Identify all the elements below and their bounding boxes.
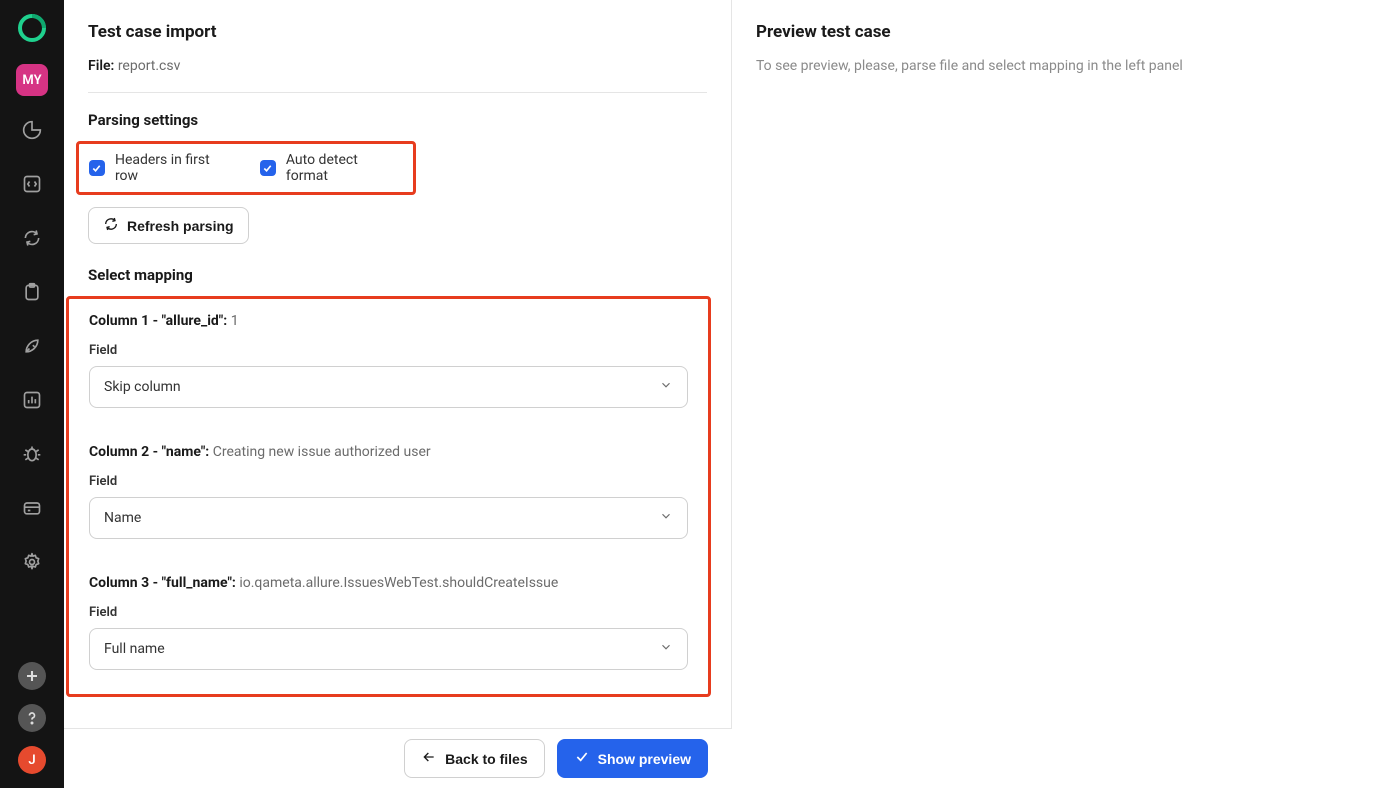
app-logo[interactable] (16, 12, 48, 44)
preview-title: Preview test case (756, 22, 1376, 42)
chevron-down-icon (659, 640, 673, 658)
chevron-down-icon (659, 509, 673, 527)
col2-field-label: Field (89, 474, 688, 489)
col3-field-select[interactable]: Full name (89, 628, 688, 670)
preview-message: To see preview, please, parse file and s… (756, 58, 1376, 74)
project-badge[interactable]: MY (16, 64, 48, 96)
import-panel: Test case import File: report.csv Parsin… (64, 0, 732, 728)
col3-sample: io.qameta.allure.IssuesWebTest.shouldCre… (239, 575, 558, 591)
col3-header: Column 3 - "full_name": (89, 575, 236, 591)
back-to-files-button[interactable]: Back to files (404, 739, 544, 778)
help-icon[interactable] (18, 704, 46, 732)
divider (88, 92, 707, 93)
nav-card-icon[interactable] (12, 488, 52, 528)
col1-field-select[interactable]: Skip column (89, 366, 688, 408)
nav-dashboard-icon[interactable] (12, 110, 52, 150)
footer: Back to files Show preview (64, 728, 732, 788)
nav-code-icon[interactable] (12, 164, 52, 204)
arrow-left-icon (421, 749, 437, 768)
checkbox-headers-first-row[interactable] (89, 160, 105, 176)
file-label: File: (88, 58, 114, 74)
col1-field-value: Skip column (104, 379, 181, 395)
col2-field-value: Name (104, 510, 141, 526)
sidebar: MY (0, 0, 64, 788)
nav-clipboard-icon[interactable] (12, 272, 52, 312)
col2-field-select[interactable]: Name (89, 497, 688, 539)
checkbox-headers-label: Headers in first row (115, 152, 236, 184)
preview-panel: Preview test case To see preview, please… (732, 0, 1400, 728)
checkbox-auto-detect[interactable] (260, 160, 276, 176)
main: Test case import File: report.csv Parsin… (64, 0, 1400, 788)
refresh-icon (103, 216, 119, 235)
nav-rocket-icon[interactable] (12, 326, 52, 366)
add-icon[interactable] (18, 662, 46, 690)
mapping-column-2: Column 2 - "name": Creating new issue au… (89, 444, 688, 539)
col1-sample: 1 (231, 313, 239, 329)
show-preview-label: Show preview (598, 751, 691, 767)
col2-sample: Creating new issue authorized user (213, 444, 431, 460)
mapping-highlight: Column 1 - "allure_id": 1 Field Skip col… (66, 296, 711, 697)
nav-chart-icon[interactable] (12, 380, 52, 420)
mapping-column-3: Column 3 - "full_name": io.qameta.allure… (89, 575, 688, 670)
col2-header: Column 2 - "name": (89, 444, 209, 460)
checkbox-autodetect-label: Auto detect format (286, 152, 403, 184)
page-title: Test case import (88, 22, 707, 42)
parsing-settings-title: Parsing settings (88, 111, 707, 129)
parsing-options-highlight: Headers in first row Auto detect format (76, 141, 416, 195)
nav-bug-icon[interactable] (12, 434, 52, 474)
file-name: report.csv (118, 58, 181, 74)
show-preview-button[interactable]: Show preview (557, 739, 708, 778)
refresh-parsing-button[interactable]: Refresh parsing (88, 207, 249, 244)
nav-cycle-icon[interactable] (12, 218, 52, 258)
col1-field-label: Field (89, 343, 688, 358)
check-icon (574, 749, 590, 768)
user-avatar[interactable]: J (18, 746, 46, 774)
mapping-column-1: Column 1 - "allure_id": 1 Field Skip col… (89, 313, 688, 408)
file-row: File: report.csv (88, 58, 707, 74)
back-label: Back to files (445, 751, 527, 767)
nav-gear-icon[interactable] (12, 542, 52, 582)
chevron-down-icon (659, 378, 673, 396)
refresh-label: Refresh parsing (127, 218, 234, 234)
col1-header: Column 1 - "allure_id": (89, 313, 227, 329)
col3-field-value: Full name (104, 641, 165, 657)
select-mapping-title: Select mapping (88, 266, 707, 284)
col3-field-label: Field (89, 605, 688, 620)
